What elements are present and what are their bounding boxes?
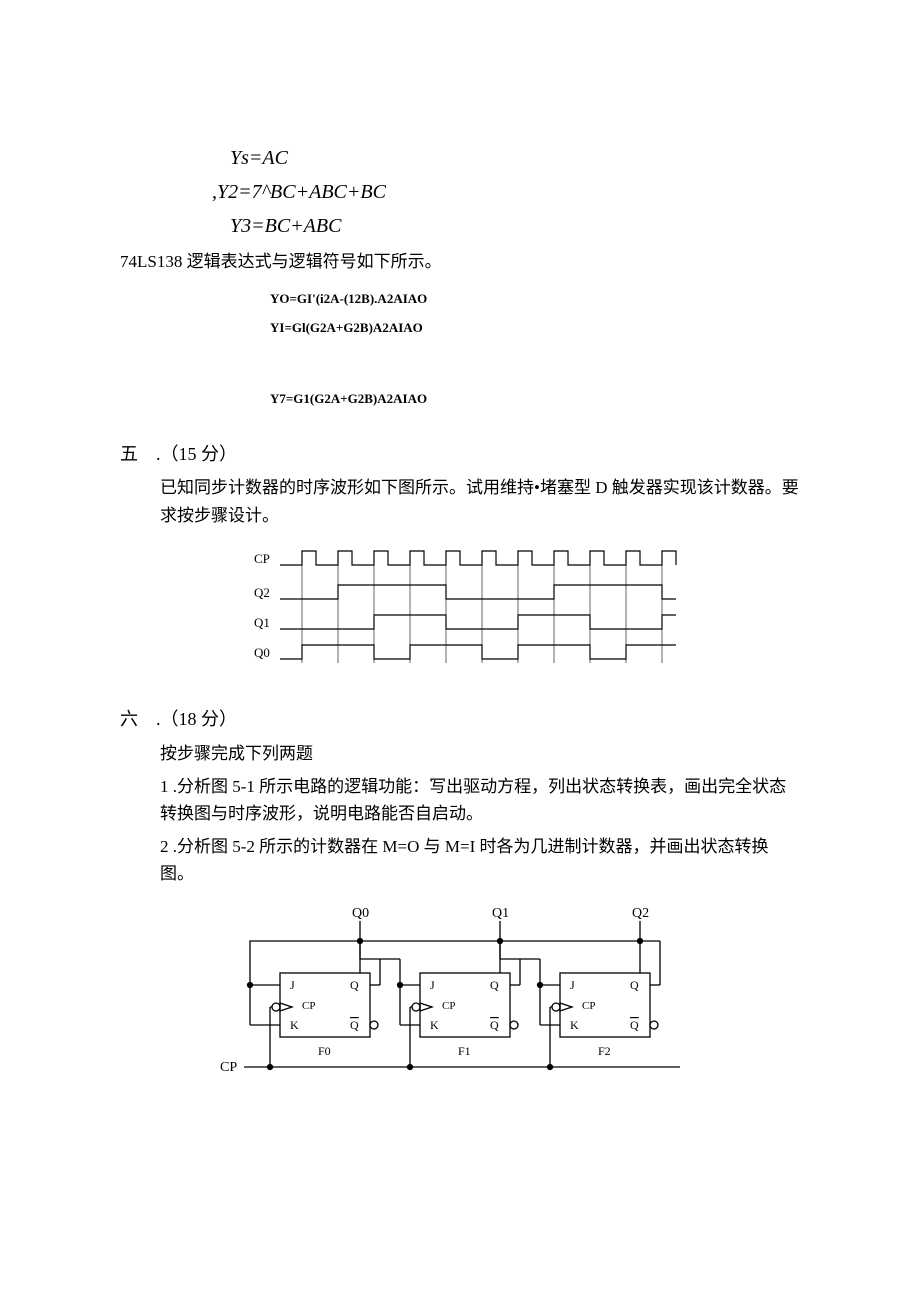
svg-text:J: J [430, 978, 435, 992]
logic-yi: YI=Gl(G2A+G2B)A2AIAO [270, 318, 800, 339]
text-74ls138: 74LS138 逻辑表达式与逻辑符号如下所示。 [120, 248, 800, 275]
svg-text:K: K [570, 1018, 579, 1032]
label-q1-out: Q1 [492, 906, 509, 921]
section-5-heading: 五 .（15 分） [120, 440, 800, 469]
svg-text:J: J [290, 978, 295, 992]
label-cp-input: CP [220, 1060, 237, 1075]
svg-text:Q: Q [350, 1018, 359, 1032]
section-5-body: 已知同步计数器的时序波形如下图所示。试用维持•堵塞型 D 触发器实现该计数器。要… [160, 474, 800, 528]
svg-text:CP: CP [302, 1000, 315, 1012]
section-6-heading: 六 .（18 分） [120, 705, 800, 734]
label-f1: F1 [458, 1044, 471, 1058]
svg-text:CP: CP [442, 1000, 455, 1012]
svg-text:K: K [430, 1018, 439, 1032]
equation-ys: Ys=AC [230, 142, 800, 174]
equation-block: Ys=AC ,Y2=7^BC+ABC+BC Y3=BC+ABC [230, 142, 800, 242]
label-q0-out: Q0 [352, 906, 369, 921]
label-q1: Q1 [254, 615, 270, 630]
svg-text:J: J [570, 978, 575, 992]
svg-text:Q: Q [630, 978, 639, 992]
label-cp: CP [254, 551, 270, 566]
equation-y3: Y3=BC+ABC [230, 210, 800, 242]
logic-y7: Y7=G1(G2A+G2B)A2AIAO [270, 389, 800, 410]
section-6-item1: 1 .分析图 5-1 所示电路的逻辑功能：写出驱动方程，列出状态转换表，画出完全… [160, 773, 800, 827]
equation-y2: ,Y2=7^BC+ABC+BC [212, 176, 800, 208]
label-f2: F2 [598, 1044, 611, 1058]
svg-text:Q: Q [350, 978, 359, 992]
section-6-item2: 2 .分析图 5-2 所示的计数器在 M=O 与 M=I 时各为几进制计数器，并… [160, 833, 800, 887]
svg-text:CP: CP [582, 1000, 595, 1012]
svg-text:Q: Q [490, 978, 499, 992]
label-f0: F0 [318, 1044, 331, 1058]
label-q2-out: Q2 [632, 906, 649, 921]
label-q0: Q0 [254, 645, 270, 660]
svg-text:Q: Q [490, 1018, 499, 1032]
logic-expression-block: YO=GI'(i2A-(12B).A2AIAO YI=Gl(G2A+G2B)A2… [270, 289, 800, 409]
timing-diagram: CP Q2 Q1 Q0 [240, 545, 680, 675]
label-q2: Q2 [254, 585, 270, 600]
section-6-intro: 按步骤完成下列两题 [160, 740, 800, 767]
circuit-diagram: Q0 Q1 Q2 J Q CP K Q F0 J Q CP K [220, 903, 700, 1103]
svg-text:Q: Q [630, 1018, 639, 1032]
logic-y0: YO=GI'(i2A-(12B).A2AIAO [270, 289, 800, 310]
svg-text:K: K [290, 1018, 299, 1032]
